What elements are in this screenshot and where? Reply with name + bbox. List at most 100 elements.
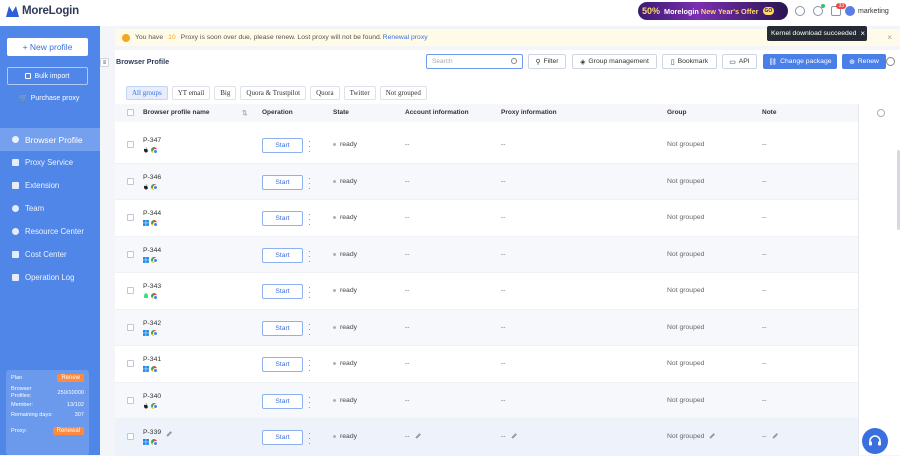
group-tab-quora-trustpilot[interactable]: Quora & Trustpilot	[240, 86, 307, 100]
sidebar-item-proxy-service[interactable]: Proxy Service	[0, 151, 100, 174]
row-checkbox[interactable]	[127, 433, 134, 440]
col-group-header: Group	[667, 109, 687, 116]
profile-name[interactable]: P-342	[143, 320, 161, 327]
select-all-checkbox[interactable]	[127, 109, 134, 116]
more-options-icon[interactable]: · · ·	[308, 357, 311, 375]
col-name-header[interactable]: Browser profile name	[143, 109, 209, 116]
purchase-proxy-link[interactable]: 🛒 Purchase proxy	[19, 94, 79, 103]
table-row[interactable]: P-340 Start · · · ready -- -- Not grouped …	[115, 382, 858, 419]
start-button[interactable]: Start	[262, 430, 303, 445]
change-package-button[interactable]: ⛓ Change package	[763, 54, 837, 69]
toast-close-icon[interactable]: ×	[860, 29, 865, 38]
start-button[interactable]: Start	[262, 284, 303, 299]
profile-name[interactable]: P-344	[143, 247, 161, 254]
profile-name[interactable]: P-346	[143, 174, 161, 181]
table-row[interactable]: P-343 Start · · · ready -- -- Not grouped …	[115, 273, 858, 310]
more-options-icon[interactable]: · · ·	[308, 320, 311, 338]
row-checkbox[interactable]	[127, 323, 134, 331]
group-tab-yt-email[interactable]: YT email	[171, 86, 211, 100]
bell-icon[interactable]: 33	[831, 3, 846, 16]
app-logo[interactable]: MoreLogin	[6, 5, 79, 17]
row-checkbox[interactable]	[127, 250, 134, 258]
bookmark-icon: ▯	[670, 58, 675, 66]
more-options-icon[interactable]: · · ·	[308, 174, 311, 192]
member-value: 13/102	[66, 402, 84, 408]
customer-support-button[interactable]	[862, 428, 888, 454]
profile-name[interactable]: P-343	[143, 283, 161, 290]
row-checkbox[interactable]	[127, 287, 134, 294]
proxy-renewal-button[interactable]: Renewal	[52, 427, 84, 435]
row-checkbox[interactable]	[127, 177, 134, 185]
sidebar-item-browser-profile[interactable]: Browser Profile	[0, 128, 100, 151]
new-profile-button[interactable]: + New profile	[7, 38, 88, 56]
table-row[interactable]: P-344 Start · · · ready -- -- Not grouped …	[115, 200, 858, 237]
bulk-import-button[interactable]: Bulk import	[7, 67, 88, 85]
profiles-label: Browser Profiles:	[11, 386, 32, 399]
remaining-days-label: Remaining days:	[11, 412, 53, 418]
group-tab-twitter[interactable]: Twitter	[343, 86, 376, 100]
row-checkbox[interactable]	[127, 214, 134, 221]
edit-icon[interactable]	[510, 433, 517, 439]
more-options-icon[interactable]: · · ·	[308, 138, 311, 156]
bookmark-button[interactable]: ▯ Bookmark	[662, 54, 717, 69]
sidebar-item-team[interactable]: Team	[0, 197, 100, 220]
renew-button[interactable]: ⊕ Renew	[842, 54, 886, 69]
account-info: --	[405, 251, 410, 258]
more-options-icon[interactable]: · · ·	[308, 284, 311, 302]
edit-name-icon[interactable]	[166, 431, 172, 437]
notice-text: Proxy is soon over due, please renew. Lo…	[180, 34, 382, 41]
refresh-icon[interactable]	[886, 57, 895, 66]
more-options-icon[interactable]: · · ·	[308, 211, 311, 229]
profile-name[interactable]: P-344	[143, 210, 161, 217]
group-tab-not-grouped[interactable]: Not grouped	[379, 86, 427, 100]
group-tab-big[interactable]: Big	[214, 86, 237, 100]
notice-close-icon[interactable]: ×	[887, 33, 892, 42]
start-button[interactable]: Start	[262, 357, 303, 372]
table-row[interactable]: P-346 Start · · · ready -- -- Not grouped …	[115, 163, 858, 200]
sort-icon[interactable]: ⇅	[242, 109, 247, 117]
search-input[interactable]: Search	[426, 54, 523, 69]
state-dot-icon	[333, 179, 336, 183]
row-checkbox[interactable]	[127, 141, 134, 148]
profile-name[interactable]: P-340	[143, 393, 161, 400]
more-options-icon[interactable]: · · ·	[308, 393, 311, 411]
start-button[interactable]: Start	[262, 320, 303, 336]
download-icon[interactable]	[813, 4, 825, 16]
sidebar-item-cost-center[interactable]: Cost Center	[0, 243, 100, 266]
sidebar-item-extension[interactable]: Extension	[0, 174, 100, 197]
filter-button[interactable]: ⚲ Filter	[528, 54, 566, 69]
table-row[interactable]: P-344 Start · · · ready -- -- Not grouped …	[115, 236, 858, 273]
promo-banner[interactable]: 50% Morelogin New Year's Offer GO	[638, 2, 788, 20]
group-tab-all[interactable]: All groups	[126, 86, 168, 100]
plan-renew-button[interactable]: Renew	[57, 374, 84, 382]
profile-name[interactable]: P-341	[143, 356, 161, 363]
more-options-icon[interactable]: · · ·	[308, 430, 311, 448]
table-row[interactable]: P-339 Start · · · ready -- -- Not grouped …	[115, 419, 858, 456]
message-icon[interactable]	[795, 6, 805, 16]
edit-icon[interactable]	[414, 433, 421, 439]
edit-icon[interactable]	[709, 433, 716, 439]
group-tab-quora[interactable]: Quora	[310, 86, 340, 100]
renewal-proxy-link[interactable]: Renewal proxy	[383, 34, 428, 41]
sidebar-collapse-button[interactable]: ≡	[100, 58, 109, 67]
start-button[interactable]: Start	[262, 247, 303, 263]
start-button[interactable]: Start	[262, 174, 303, 190]
edit-icon[interactable]	[771, 433, 778, 439]
row-checkbox[interactable]	[127, 360, 134, 367]
sidebar-item-operation-log[interactable]: Operation Log	[0, 266, 100, 289]
row-checkbox[interactable]	[127, 396, 134, 404]
start-button[interactable]: Start	[262, 138, 303, 153]
sidebar-item-resource-center[interactable]: Resource Center	[0, 220, 100, 243]
user-menu[interactable]: marketing	[845, 6, 889, 16]
table-row[interactable]: P-341 Start · · · ready -- -- Not grouped …	[115, 346, 858, 383]
column-settings-gear-icon[interactable]	[877, 109, 885, 117]
profile-name[interactable]: P-347	[143, 137, 161, 144]
more-options-icon[interactable]: · · ·	[308, 247, 311, 265]
table-row[interactable]: P-347 Start · · · ready -- -- Not grouped …	[115, 127, 858, 164]
group-management-button[interactable]: ◈ Group management	[572, 54, 657, 69]
api-button[interactable]: ▭ API	[722, 54, 757, 69]
start-button[interactable]: Start	[262, 211, 303, 226]
profile-name[interactable]: P-339	[143, 429, 161, 436]
start-button[interactable]: Start	[262, 393, 303, 409]
table-row[interactable]: P-342 Start · · · ready -- -- Not grouped …	[115, 309, 858, 346]
